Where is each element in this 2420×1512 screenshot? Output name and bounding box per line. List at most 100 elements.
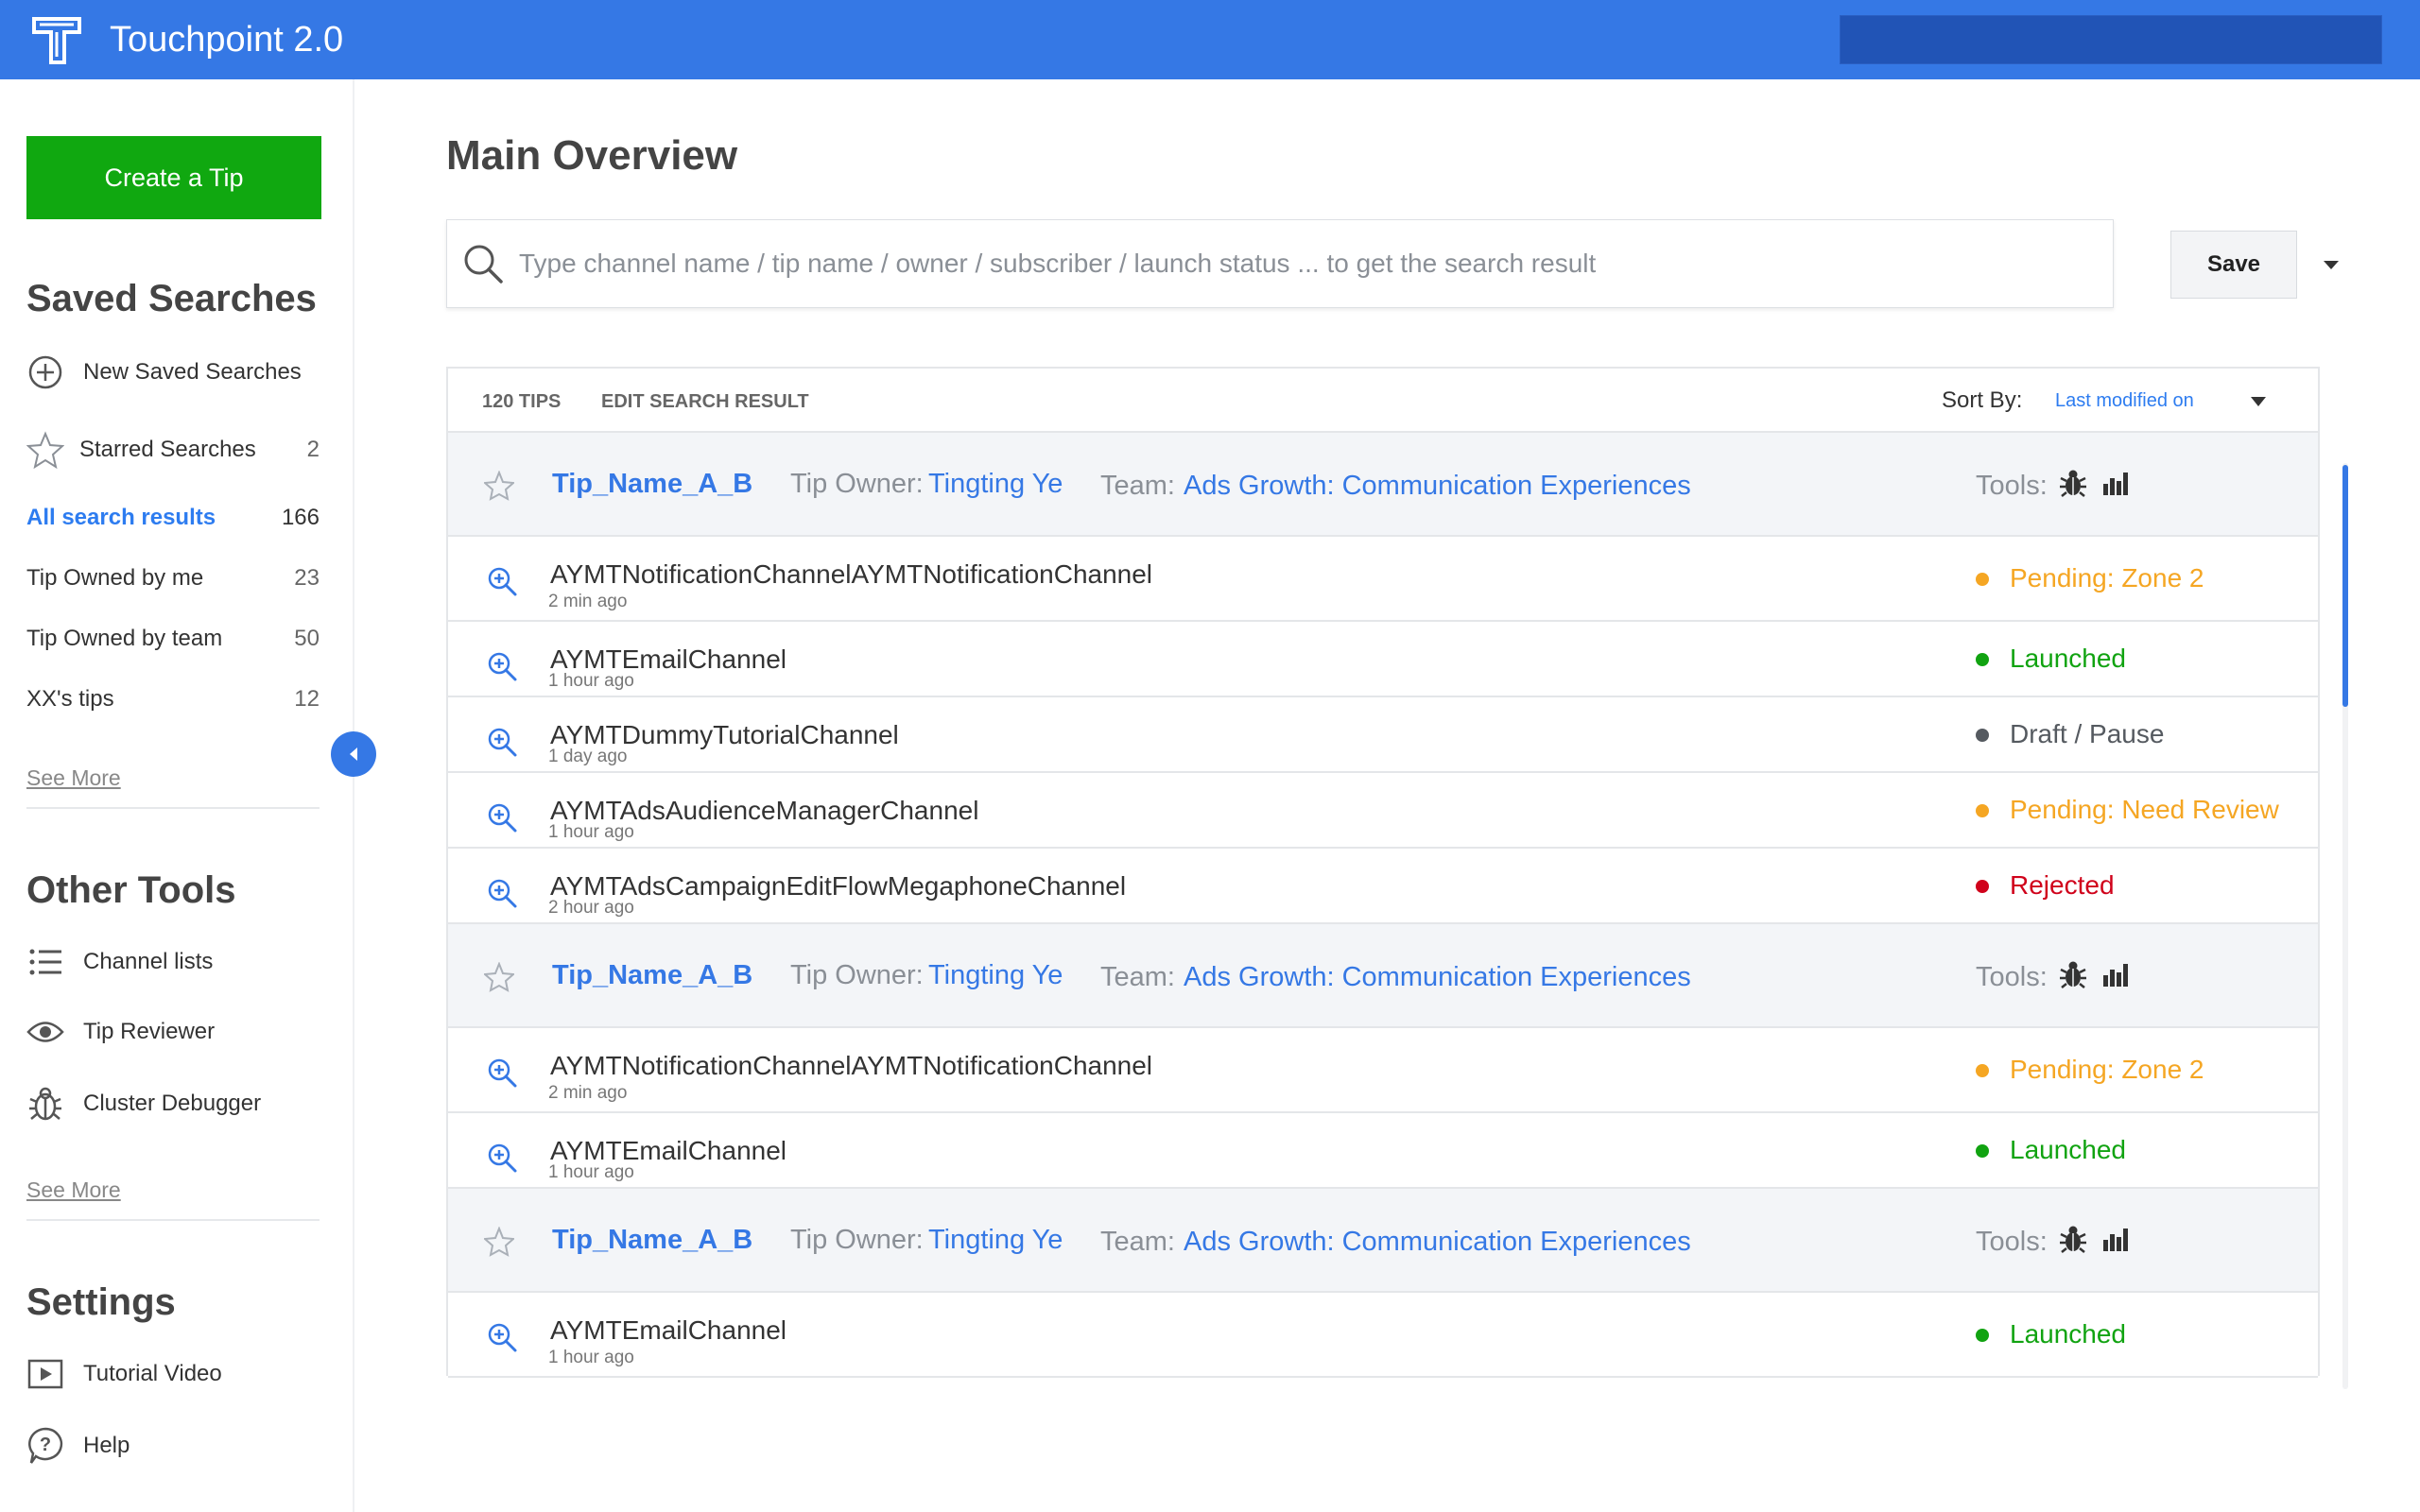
sidebar-item-count: 166 — [281, 505, 320, 530]
status-dot — [1976, 653, 1989, 666]
bug-icon[interactable] — [2057, 1223, 2089, 1255]
tip-owner-link[interactable]: Tingting Ye — [928, 469, 1063, 500]
sidebar: Create a Tip Saved Searches New Saved Se… — [0, 79, 354, 1512]
sidebar-item-cluster-debugger[interactable]: Cluster Debugger — [26, 1085, 320, 1123]
saved-searches-see-more-link[interactable]: See More — [26, 765, 121, 791]
collapse-sidebar-button[interactable] — [331, 731, 376, 777]
zoom-in-icon[interactable] — [486, 801, 518, 833]
channel-row[interactable]: AYMTEmailChannel 1 hour ago Launched — [448, 1293, 2318, 1378]
new-saved-search-label: New Saved Searches — [83, 359, 302, 385]
save-options-caret-icon[interactable] — [2322, 255, 2341, 274]
tip-name-link[interactable]: Tip_Name_A_B — [552, 469, 752, 500]
new-saved-search[interactable]: New Saved Searches — [26, 353, 320, 391]
channel-row[interactable]: AYMTEmailChannel 1 hour ago Launched — [448, 1113, 2318, 1189]
sort-by-select[interactable]: Last modified on — [2055, 390, 2194, 412]
team-link[interactable]: Ads Growth: Communication Experiences — [1184, 1227, 1691, 1258]
save-search-button[interactable]: Save — [2170, 231, 2297, 299]
tip-name-link[interactable]: Tip_Name_A_B — [552, 960, 752, 991]
channel-row[interactable]: AYMTAdsAudienceManagerChannel 1 hour ago P… — [448, 773, 2318, 849]
star-icon[interactable] — [484, 1227, 514, 1257]
channel-timestamp: 1 hour ago — [548, 822, 634, 842]
zoom-in-icon[interactable] — [486, 565, 518, 597]
create-tip-button[interactable]: Create a Tip — [26, 136, 321, 219]
search-box — [446, 219, 2114, 308]
tools-label: Tools: — [1976, 471, 2048, 501]
status-dot — [1976, 1329, 1989, 1342]
channel-row[interactable]: AYMTAdsCampaignEditFlowMegaphoneChannel 2… — [448, 849, 2318, 924]
sidebar-item-count: 23 — [294, 565, 320, 591]
header-search-field[interactable] — [1840, 15, 2382, 64]
status-label: Launched — [2010, 1319, 2127, 1349]
status-dot — [1976, 880, 1989, 893]
chevron-left-icon — [350, 747, 357, 761]
team-label: Team: — [1100, 1227, 1175, 1257]
channel-row[interactable]: AYMTEmailChannel 1 hour ago Launched — [448, 622, 2318, 697]
other-tools-heading: Other Tools — [26, 869, 236, 911]
search-icon — [464, 245, 503, 284]
channel-timestamp: 1 hour ago — [548, 671, 634, 691]
zoom-in-icon[interactable] — [486, 726, 518, 758]
sidebar-item-tip-reviewer[interactable]: Tip Reviewer — [26, 1013, 320, 1051]
zoom-in-icon[interactable] — [486, 1321, 518, 1353]
star-outline-icon — [26, 431, 64, 469]
channel-name[interactable]: AYMTEmailChannel — [550, 1315, 786, 1346]
channel-name[interactable]: AYMTNotificationChannelAYMTNotificationC… — [550, 559, 1152, 590]
sort-caret-icon[interactable] — [2250, 395, 2267, 408]
tip-group-header: Tip_Name_A_B Tip Owner: Tingting Ye Team: Ad… — [448, 1189, 2318, 1293]
page-title: Main Overview — [446, 132, 738, 179]
team-label: Team: — [1100, 471, 1175, 501]
status-label: Pending: Need Review — [2010, 795, 2279, 824]
channel-timestamp: 2 min ago — [548, 592, 628, 611]
touchpoint-logo-icon[interactable] — [30, 13, 83, 66]
channel-row[interactable]: AYMTNotificationChannelAYMTNotificationC… — [448, 537, 2318, 622]
tip-owner-link[interactable]: Tingting Ye — [928, 960, 1063, 991]
channel-timestamp: 2 hour ago — [548, 898, 634, 918]
eye-icon — [26, 1013, 64, 1051]
sidebar-item-xx-tips[interactable]: XX's tips 12 — [26, 680, 320, 718]
search-input[interactable] — [519, 249, 2113, 279]
zoom-in-icon[interactable] — [486, 877, 518, 909]
sidebar-item-help[interactable]: ? Help — [26, 1427, 320, 1465]
sidebar-item-channel-lists[interactable]: Channel lists — [26, 943, 320, 981]
sidebar-item-label: Tip Owned by me — [26, 565, 204, 591]
sidebar-item-count: 12 — [294, 686, 320, 712]
edit-search-result-link[interactable]: EDIT SEARCH RESULT — [601, 391, 809, 413]
tip-owner-link[interactable]: Tingting Ye — [928, 1225, 1063, 1256]
zoom-in-icon[interactable] — [486, 650, 518, 682]
status-label: Launched — [2010, 644, 2127, 673]
sidebar-item-label: Tutorial Video — [83, 1361, 222, 1386]
bug-icon[interactable] — [2057, 467, 2089, 499]
status-dot — [1976, 1144, 1989, 1158]
sidebar-item-label: Cluster Debugger — [83, 1091, 262, 1116]
settings-heading: Settings — [26, 1281, 176, 1323]
channel-name[interactable]: AYMTAdsCampaignEditFlowMegaphoneChannel — [550, 871, 1126, 902]
scrollbar-thumb[interactable] — [2342, 465, 2348, 707]
tip-name-link[interactable]: Tip_Name_A_B — [552, 1225, 752, 1256]
status-label: Draft / Pause — [2010, 719, 2165, 748]
channel-name[interactable]: AYMTNotificationChannelAYMTNotificationC… — [550, 1051, 1152, 1081]
sidebar-item-starred[interactable]: Starred Searches 2 — [26, 431, 320, 469]
starred-label: Starred Searches — [79, 437, 256, 462]
zoom-in-icon[interactable] — [486, 1142, 518, 1174]
channel-row[interactable]: AYMTDummyTutorialChannel 1 day ago Draft /… — [448, 697, 2318, 773]
bug-icon[interactable] — [2057, 958, 2089, 990]
sidebar-item-label: XX's tips — [26, 686, 114, 712]
channel-row[interactable]: AYMTNotificationChannelAYMTNotificationC… — [448, 1028, 2318, 1113]
sidebar-item-tutorial-video[interactable]: Tutorial Video — [26, 1355, 320, 1393]
other-tools-see-more-link[interactable]: See More — [26, 1177, 121, 1203]
bar-chart-icon[interactable] — [2100, 960, 2129, 988]
add-circle-icon — [26, 353, 64, 391]
team-link[interactable]: Ads Growth: Communication Experiences — [1184, 962, 1691, 993]
bar-chart-icon[interactable] — [2100, 1225, 2129, 1253]
status-label: Launched — [2010, 1135, 2127, 1164]
sidebar-item-owned-by-team[interactable]: Tip Owned by team 50 — [26, 620, 320, 658]
zoom-in-icon[interactable] — [486, 1057, 518, 1089]
star-icon[interactable] — [484, 962, 514, 992]
sidebar-item-count: 50 — [294, 626, 320, 651]
star-icon[interactable] — [484, 471, 514, 501]
tools-label: Tools: — [1976, 1227, 2048, 1257]
bar-chart-icon[interactable] — [2100, 469, 2129, 497]
team-link[interactable]: Ads Growth: Communication Experiences — [1184, 471, 1691, 502]
sidebar-item-all-results[interactable]: All search results 166 — [26, 499, 320, 537]
sidebar-item-owned-by-me[interactable]: Tip Owned by me 23 — [26, 559, 320, 597]
